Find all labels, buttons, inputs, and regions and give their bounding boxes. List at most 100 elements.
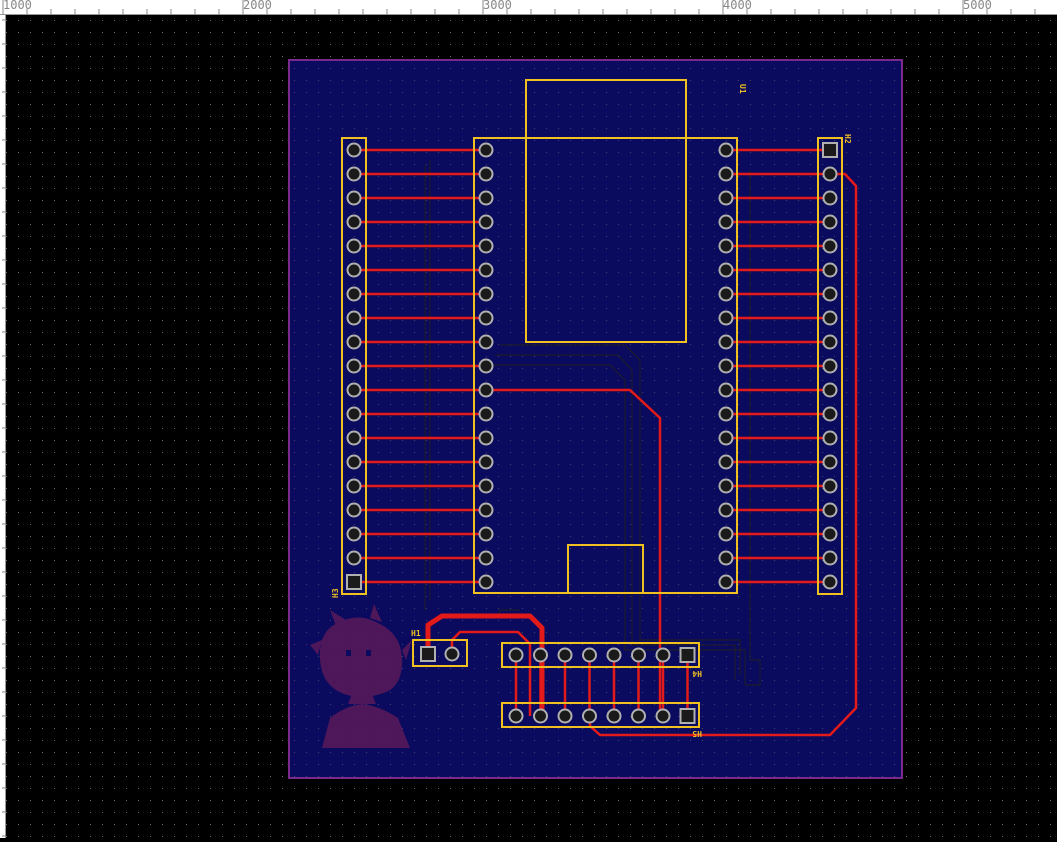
h3-pad-15 [346,478,362,494]
u1-pad-left-3 [478,190,494,206]
u1-pad-right-9 [718,334,734,350]
h4-pad-4 [582,647,597,663]
u1-pad-right-3 [718,190,734,206]
u1-pad-right-19 [718,574,734,590]
h4-pad-6 [631,647,646,663]
h2-pad-16 [822,502,838,518]
h2-pad-12 [822,406,838,422]
h2-pad-5 [822,238,838,254]
u1-pad-right-16 [718,502,734,518]
h5-pad-3 [557,708,573,724]
u1-pad-right-4 [718,214,734,230]
u1-pad-left-13 [478,430,494,446]
ruler-label-5000: 5000 [963,0,992,12]
h3-pad-6 [346,262,362,278]
h2-pad-1 [822,142,838,158]
h5-pad-4 [582,708,597,724]
h3-pad-12 [346,406,362,422]
h2-pad-4 [822,214,838,230]
h2-pad-13 [822,430,838,446]
u1-pad-left-14 [478,454,494,470]
ruler-label-2000: 2000 [243,0,272,12]
h4-pad-2 [533,647,548,663]
u1-pad-right-15 [718,478,734,494]
h3-pad-14 [346,454,362,470]
ruler-label-1000: 1000 [3,0,32,12]
ruler-ticks [2,0,1036,15]
u1-pad-left-1 [478,142,494,158]
pcb-canvas[interactable]: U1 H2 H3 H1 H4 H5 [6,15,1057,838]
u1-pad-left-12 [478,406,494,422]
u1-pad-right-2 [718,166,734,182]
h5-pad-6 [631,708,646,724]
h1-pad-1 [420,646,436,662]
h4-pad-5 [606,647,622,663]
u1-pad-right-1 [718,142,734,158]
u1-pad-left-16 [478,502,494,518]
u1-pad-left-8 [478,310,494,326]
u1-pad-left-7 [478,286,494,302]
h5-pad-1 [508,708,524,724]
u1-pad-right-12 [718,406,734,422]
h3-pad-7 [346,286,362,302]
h2-pad-8 [822,310,838,326]
designator-h1: H1 [411,629,421,638]
h3-pad-18 [346,550,362,566]
u1-pad-left-18 [478,550,494,566]
u1-pad-left-11 [478,382,494,398]
h5-pad-5 [606,708,622,724]
h2-pad-7 [822,286,838,302]
h2-pad-18 [822,550,838,566]
h3-pad-17 [346,526,362,542]
u1-pad-right-8 [718,310,734,326]
u1-pad-left-17 [478,526,494,542]
h3-pad-8 [346,310,362,326]
u1-pad-right-14 [718,454,734,470]
ruler-label-4000: 4000 [723,0,752,12]
h4-pad-8 [679,647,696,663]
ruler-top: 1000 2000 3000 4000 5000 [0,0,1057,15]
u1-pad-left-19 [478,574,494,590]
h5-pad-2 [533,708,548,724]
h2-pad-19 [822,574,838,590]
h3-pad-10 [346,358,362,374]
designator-u1: U1 [738,84,747,94]
h3-pad-9 [346,334,362,350]
u1-pad-left-2 [478,166,494,182]
h5-pad-8 [679,708,696,724]
h4-pad-3 [557,647,573,663]
u1-pad-right-7 [718,286,734,302]
h2-pad-11 [822,382,838,398]
h1-pad-2 [444,646,460,662]
u1-pad-left-15 [478,478,494,494]
u1-pad-right-11 [718,382,734,398]
h2-pad-3 [822,190,838,206]
h2-pad-6 [822,262,838,278]
h3-pad-16 [346,502,362,518]
u1-pad-right-18 [718,550,734,566]
h3-pad-4 [346,214,362,230]
designator-h5: H5 [692,729,702,738]
u1-pad-right-5 [718,238,734,254]
designator-h4: H4 [692,669,702,678]
designator-h3: H3 [331,588,340,598]
h2-pad-9 [822,334,838,350]
u1-pad-right-6 [718,262,734,278]
ruler-label-3000: 3000 [483,0,512,12]
h2-pad-17 [822,526,838,542]
h2-pad-15 [822,478,838,494]
h3-pad-2 [346,166,362,182]
h2-pad-10 [822,358,838,374]
h4-pad-7 [655,647,671,663]
u1-pad-left-6 [478,262,494,278]
u1-pad-left-4 [478,214,494,230]
ruler-top-svg: 1000 2000 3000 4000 5000 [0,0,1057,15]
h5-pad-7 [655,708,671,724]
pcb-view[interactable]: U1 H2 H3 H1 H4 H5 [6,15,1057,838]
h3-pad-13 [346,430,362,446]
h2-pad-14 [822,454,838,470]
h3-pad-11 [346,382,362,398]
h3-pad-5 [346,238,362,254]
h3-pad-3 [346,190,362,206]
h3-pad-19 [346,574,362,590]
